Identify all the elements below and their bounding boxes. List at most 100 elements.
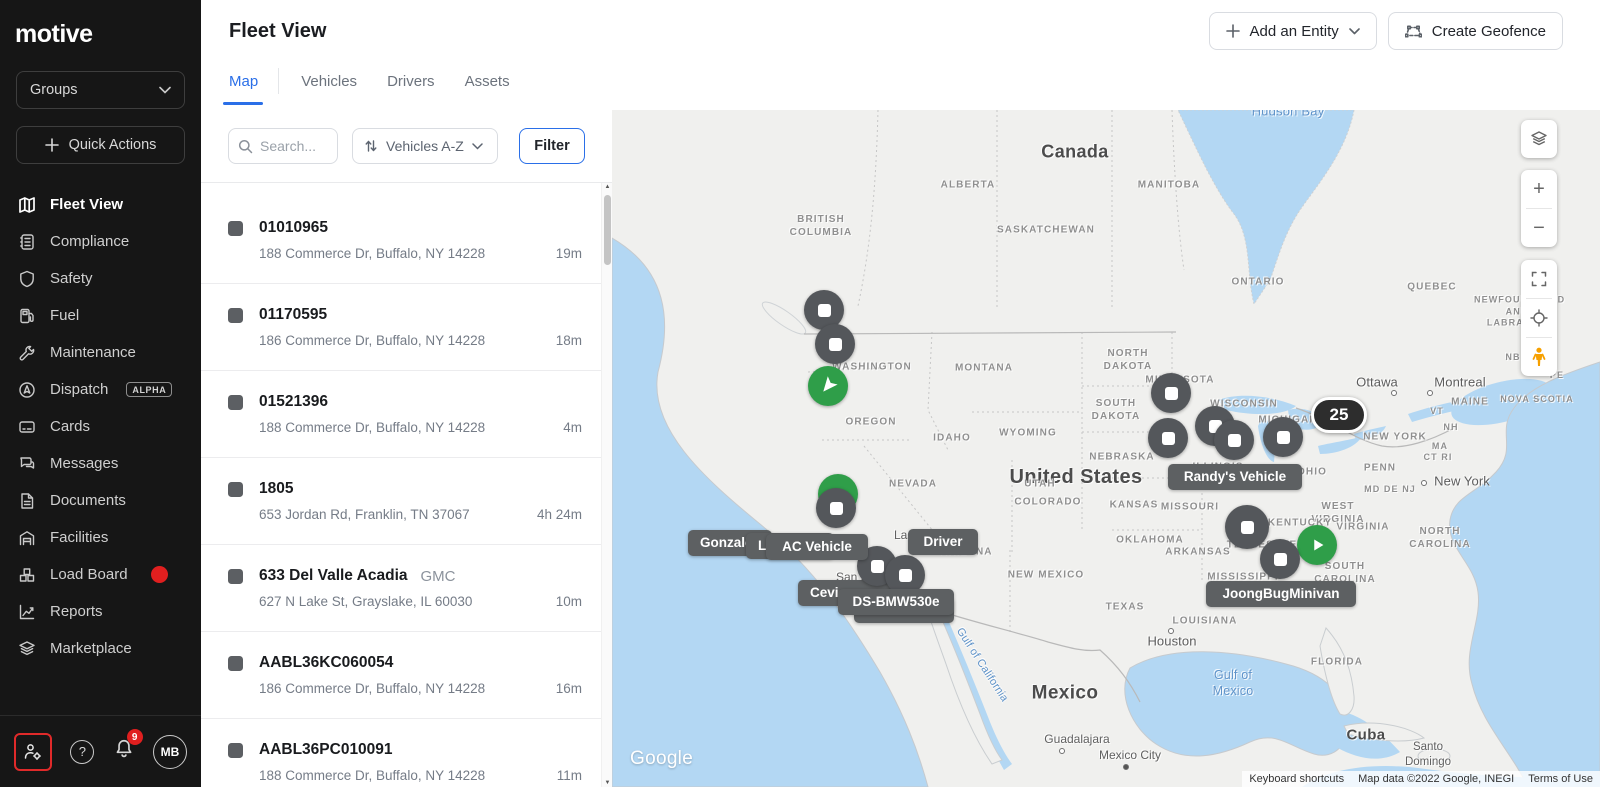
vehicle-tooltip-randys-vehicle[interactable]: Randy's Vehicle (1168, 464, 1302, 490)
sidebar-item-maintenance[interactable]: Maintenance (0, 334, 201, 371)
stopped-square-icon (870, 559, 884, 573)
scrollbar-thumb[interactable] (604, 195, 611, 265)
scroll-down-arrow[interactable]: ▼ (602, 780, 612, 786)
vehicle-marker-moving[interactable] (1297, 525, 1337, 565)
vehicle-marker-stopped[interactable] (816, 488, 856, 528)
vehicle-tooltip-ds-bmw530e[interactable]: DS-BMW530e (838, 589, 954, 615)
sidebar-item-reports[interactable]: Reports (0, 593, 201, 630)
map-label-colorado: COLORADO (1014, 496, 1082, 508)
filter-button[interactable]: Filter (519, 128, 585, 164)
groups-dropdown[interactable]: Groups (16, 71, 185, 109)
sort-dropdown[interactable]: Vehicles A-Z (352, 128, 498, 164)
sidebar-item-label: Compliance (50, 233, 130, 250)
map-label-texas: TEXAS (1105, 601, 1145, 613)
sidebar-item-dispatch[interactable]: Dispatch ALPHA (0, 371, 201, 408)
vehicle-marker-stopped[interactable] (815, 324, 855, 364)
vehicle-marker-moving[interactable] (808, 366, 848, 406)
vehicle-address: 627 N Lake St, Grayslake, IL 60030 (259, 594, 473, 609)
map-label-nevada: NEVADA (888, 478, 938, 490)
vehicle-list-item[interactable]: 01170595 186 Commerce Dr, Buffalo, NY 14… (201, 284, 612, 371)
scroll-up-arrow[interactable]: ▲ (602, 184, 612, 190)
warehouse-icon (17, 529, 36, 547)
locate-button[interactable] (1521, 299, 1557, 337)
vehicle-marker-stopped[interactable] (1151, 373, 1191, 413)
admin-button[interactable] (14, 732, 52, 771)
street-view-button[interactable] (1521, 338, 1557, 376)
sort-arrows-icon (365, 140, 377, 152)
stopped-square-icon (1240, 520, 1254, 534)
vehicle-list-item[interactable]: 01010965 188 Commerce Dr, Buffalo, NY 14… (201, 197, 612, 284)
map-canvas[interactable]: Canada United States Mexico Cuba BRITISH… (612, 110, 1600, 787)
vehicle-list-item[interactable]: 633 Del Valle Acadia GMC 627 N Lake St, … (201, 545, 612, 632)
vehicle-name: 01010965 (259, 219, 328, 236)
vehicle-time: 4h 24m (536, 507, 582, 522)
vehicle-list-item[interactable]: 01521396 188 Commerce Dr, Buffalo, NY 14… (201, 371, 612, 458)
vehicle-list-item[interactable]: 1805 653 Jordan Rd, Franklin, TN 37067 4… (201, 458, 612, 545)
create-geofence-button[interactable]: Create Geofence (1387, 12, 1563, 50)
sidebar-item-facilities[interactable]: Facilities (0, 519, 201, 556)
zoom-out-button[interactable]: − (1521, 209, 1557, 247)
alpha-badge: ALPHA (126, 382, 173, 397)
sidebar-item-fleet-view[interactable]: Fleet View (0, 186, 201, 223)
stopped-square-icon (1276, 430, 1290, 444)
map-label-nh: NH (1443, 422, 1459, 433)
vehicle-tooltip-driver[interactable]: Driver (908, 529, 978, 555)
tab-assets[interactable]: Assets (465, 73, 510, 90)
sidebar-item-label: Documents (50, 492, 126, 509)
avatar[interactable]: MB (152, 734, 187, 769)
sidebar-item-marketplace[interactable]: Marketplace (0, 630, 201, 667)
vehicle-marker-stopped[interactable] (1148, 418, 1188, 458)
sidebar-item-label: Fleet View (50, 196, 124, 213)
tab-map[interactable]: Map (229, 73, 258, 90)
crosshair-icon (1530, 309, 1548, 327)
map-label-gulf-of-mexico: Gulf of Mexico (1212, 667, 1254, 698)
layers-button[interactable] (1521, 120, 1557, 158)
vehicle-list-item[interactable]: AABL36PC010091 188 Commerce Dr, Buffalo,… (201, 719, 612, 787)
sidebar-item-load-board[interactable]: Load Board (0, 556, 201, 593)
map-view-control (1521, 260, 1557, 376)
sidebar-item-safety[interactable]: Safety (0, 260, 201, 297)
add-entity-button[interactable]: Add an Entity (1208, 12, 1377, 50)
map-label-washington: WASHINGTON (832, 361, 912, 373)
search-input[interactable] (260, 138, 324, 154)
sidebar-item-fuel[interactable]: Fuel (0, 297, 201, 334)
terms-of-use-link[interactable]: Terms of Use (1521, 771, 1600, 787)
groups-label: Groups (30, 82, 78, 98)
sidebar-item-documents[interactable]: Documents (0, 482, 201, 519)
sidebar-item-messages[interactable]: Messages (0, 445, 201, 482)
quick-actions-button[interactable]: Quick Actions (16, 126, 185, 164)
vehicle-marker-stopped[interactable] (1260, 539, 1300, 579)
vehicle-address: 188 Commerce Dr, Buffalo, NY 14228 (259, 768, 486, 783)
vehicle-cluster[interactable]: 25 (1311, 397, 1367, 433)
vehicle-marker-stopped[interactable] (1214, 420, 1254, 460)
vehicle-address: 188 Commerce Dr, Buffalo, NY 14228 (259, 246, 486, 261)
tab-drivers[interactable]: Drivers (387, 73, 435, 90)
wrench-icon (17, 344, 36, 362)
sidebar-item-label: Maintenance (50, 344, 136, 361)
shield-icon (17, 270, 36, 288)
vehicle-tooltip-ac-vehicle[interactable]: AC Vehicle (766, 534, 868, 560)
tab-vehicles[interactable]: Vehicles (301, 73, 357, 90)
zoom-in-button[interactable]: + (1521, 170, 1557, 208)
map-label-santo-domingo: Santo Domingo (1404, 741, 1452, 768)
vehicle-list-item[interactable]: AABL36KC060054 186 Commerce Dr, Buffalo,… (201, 632, 612, 719)
chevron-down-icon (1348, 27, 1360, 34)
cluster-count: 25 (1329, 405, 1349, 424)
map-label-british-columbia: BRITISH COLUMBIA (789, 214, 853, 238)
help-button[interactable]: ? (70, 739, 95, 764)
fullscreen-icon (1531, 271, 1547, 287)
stopped-square-icon (829, 501, 843, 515)
list-scrollbar[interactable]: ▲ ▼ (601, 183, 612, 787)
keyboard-shortcuts-link[interactable]: Keyboard shortcuts (1242, 771, 1352, 787)
vehicle-square-icon (228, 568, 243, 584)
pegman-icon (1532, 347, 1546, 366)
search-box[interactable] (228, 128, 338, 164)
fullscreen-button[interactable] (1521, 260, 1557, 298)
sidebar-item-compliance[interactable]: Compliance (0, 223, 201, 260)
notifications-button[interactable]: 9 (113, 729, 143, 765)
vehicle-tooltip-joongbug-minivan[interactable]: JoongBugMinivan (1206, 581, 1356, 607)
vehicle-marker-stopped[interactable] (1263, 417, 1303, 457)
sidebar-item-cards[interactable]: Cards (0, 408, 201, 445)
vehicle-marker-stopped[interactable] (1225, 505, 1269, 549)
montreal-dot (1427, 390, 1433, 396)
